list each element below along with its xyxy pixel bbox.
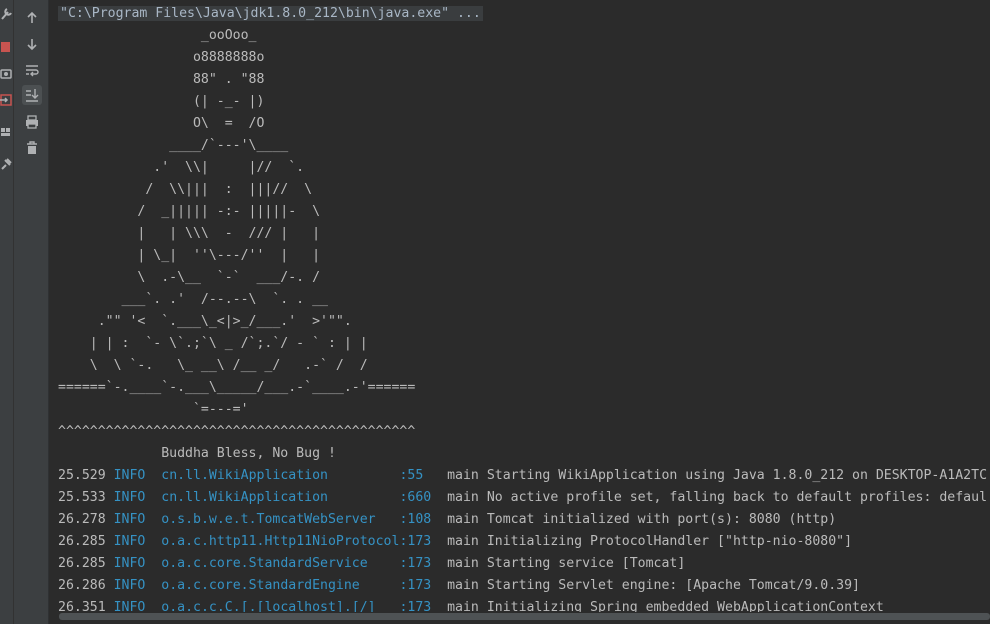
banner-line: ___`. .' /--.--\ `. . __ [58, 292, 328, 307]
banner-line: o8888888o [58, 50, 265, 65]
log-time: 26.285 [58, 534, 106, 549]
log-level: INFO [113, 534, 146, 549]
log-time: 26.278 [58, 512, 106, 527]
log-line: 26.278 INFO o.s.b.w.e.t.TomcatWebServer … [58, 509, 836, 531]
log-line: 25.529 INFO cn.ll.WikiApplication :55 ma… [58, 465, 987, 487]
log-message: Starting service [Tomcat] [486, 556, 686, 571]
log-line-number[interactable]: :660 [399, 490, 439, 505]
banner-line: (| -_- |) [58, 94, 265, 109]
log-logger[interactable]: o.a.c.core.StandardService [161, 556, 399, 571]
banner-line: | | : `- \`.;`\ _ /`;.`/ - ` : | | [58, 336, 368, 351]
arrow-up-icon[interactable] [22, 8, 42, 28]
log-level: INFO [113, 512, 146, 527]
wrench-icon[interactable] [0, 6, 13, 22]
log-level: INFO [113, 578, 146, 593]
log-time: 25.533 [58, 490, 106, 505]
run-tool-strip [0, 0, 14, 624]
stop-icon[interactable] [0, 40, 13, 56]
log-line-number[interactable]: :55 [399, 468, 439, 483]
log-message: Initializing ProtocolHandler ["http-nio-… [486, 534, 853, 549]
banner-line: | \_| ''\---/'' | | [58, 248, 321, 263]
banner-line: Buddha Bless, No Bug ! [58, 446, 336, 461]
log-line: 26.285 INFO o.a.c.http11.Http11NioProtoc… [58, 531, 852, 553]
log-time: 26.286 [58, 578, 106, 593]
log-message: Tomcat initialized with port(s): 8080 (h… [486, 512, 837, 527]
banner-line: ^^^^^^^^^^^^^^^^^^^^^^^^^^^^^^^^^^^^^^^^… [58, 424, 416, 439]
print-icon[interactable] [22, 112, 42, 132]
banner-line: `=---=' [58, 402, 249, 417]
pin-icon[interactable] [0, 156, 13, 172]
log-line: 26.286 INFO o.a.c.core.StandardEngine :1… [58, 575, 860, 597]
log-thread: main [447, 468, 479, 483]
arrow-down-icon[interactable] [22, 34, 42, 54]
banner-line: ____/`---'\____ [58, 138, 289, 153]
camera-icon[interactable] [0, 66, 13, 82]
banner-line: / _||||| -:- |||||- \ [58, 204, 321, 219]
console-toolbar [14, 0, 49, 624]
log-message: No active profile set, falling back to d… [486, 490, 988, 505]
log-line-number[interactable]: :173 [399, 556, 439, 571]
command-line: "C:\Program Files\Java\jdk1.8.0_212\bin\… [58, 3, 483, 25]
log-thread: main [447, 512, 479, 527]
exit-icon[interactable] [0, 92, 13, 108]
log-logger[interactable]: cn.ll.WikiApplication [161, 490, 399, 505]
banner-line: / \\||| : |||// \ [58, 182, 313, 197]
log-thread: main [447, 490, 479, 505]
banner-line: | | \\\ - /// | | [58, 226, 321, 241]
log-time: 25.529 [58, 468, 106, 483]
horizontal-scrollbar[interactable] [49, 612, 990, 621]
log-level: INFO [113, 490, 146, 505]
log-thread: main [447, 578, 479, 593]
banner-line: O\ = /O [58, 116, 265, 131]
layout-icon[interactable] [0, 124, 13, 140]
log-message: Starting WikiApplication using Java 1.8.… [486, 468, 988, 483]
scroll-to-end-icon[interactable] [22, 85, 42, 105]
banner-line: ."" '< `.___\_<|>_/___.' >'"". [58, 314, 352, 329]
log-line: 25.533 INFO cn.ll.WikiApplication :660 m… [58, 487, 987, 509]
banner-line: .' \\| |// `. [58, 160, 305, 175]
console-output[interactable]: "C:\Program Files\Java\jdk1.8.0_212\bin\… [49, 0, 990, 624]
log-logger[interactable]: cn.ll.WikiApplication [161, 468, 399, 483]
log-logger[interactable]: o.a.c.http11.Http11NioProtocol [161, 534, 399, 549]
log-line-number[interactable]: :173 [399, 534, 439, 549]
log-thread: main [447, 556, 479, 571]
banner-line: \ \ `-. \_ __\ /__ _/ .-` / / [58, 358, 368, 373]
log-level: INFO [113, 556, 146, 571]
log-time: 26.285 [58, 556, 106, 571]
soft-wrap-icon[interactable] [22, 60, 42, 80]
command-text: "C:\Program Files\Java\jdk1.8.0_212\bin\… [58, 6, 483, 21]
log-line-number[interactable]: :108 [399, 512, 439, 527]
log-line: 26.285 INFO o.a.c.core.StandardService :… [58, 553, 685, 575]
banner-line: 88" . "88 [58, 72, 265, 87]
log-logger[interactable]: o.s.b.w.e.t.TomcatWebServer [161, 512, 399, 527]
log-level: INFO [113, 468, 146, 483]
scrollbar-thumb[interactable] [59, 613, 990, 620]
banner-line: ======`-.____`-.___\_____/___.-`____.-'=… [58, 380, 416, 395]
log-message: Starting Servlet engine: [Apache Tomcat/… [486, 578, 860, 593]
banner-line: _ooOoo_ [58, 28, 257, 43]
log-thread: main [447, 534, 479, 549]
banner-line: \ .-\__ `-` ___/-. / [58, 270, 321, 285]
log-logger[interactable]: o.a.c.core.StandardEngine [161, 578, 399, 593]
log-line-number[interactable]: :173 [399, 578, 439, 593]
trash-icon[interactable] [22, 138, 42, 158]
